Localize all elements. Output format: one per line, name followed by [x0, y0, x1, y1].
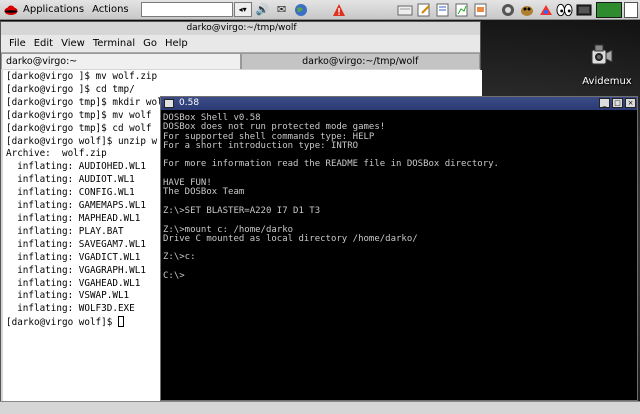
terminal-output[interactable]: [darko@virgo ]$ mv wolf.zip tmp/[darko@v… — [3, 70, 161, 414]
terminal-line: inflating: AUDIOHED.WL1 — [6, 161, 146, 173]
terminal-line: [darko@virgo tmp]$ cd wolf — [6, 122, 152, 134]
terminal-line: inflating: SAVEGAM7.WL1 — [6, 238, 146, 250]
writer-icon[interactable] — [434, 2, 451, 18]
dos-line: The DOSBox Team — [163, 187, 245, 198]
dos-line: For a short introduction type: INTRO — [163, 140, 359, 151]
terminal-line: inflating: VGAGRAPH.WL1 — [6, 264, 146, 276]
spreadsheet-icon[interactable] — [453, 2, 470, 18]
terminal-cursor — [117, 316, 124, 328]
avidemux-icon[interactable] — [586, 42, 614, 70]
dosbox-titlebar[interactable]: 0.58 _ □ × — [161, 97, 637, 110]
terminal-title: darko@virgo:~/tmp/wolf — [186, 23, 297, 33]
gimp-icon[interactable] — [518, 2, 535, 18]
dos-line: Z:\>SET BLASTER=A220 I7 D1 T3 — [163, 205, 321, 216]
command-history-dropdown[interactable]: ◂▾ — [233, 2, 252, 17]
terminal-prompt: [darko@virgo wolf]$ — [6, 317, 118, 329]
avidemux-label[interactable]: Avidemux — [576, 76, 638, 87]
terminal-tabs: darko@virgo:~ darko@virgo:~/tmp/wolf — [1, 53, 480, 69]
redhat-icon[interactable] — [3, 2, 19, 18]
terminal-line: inflating: MAPHEAD.WL1 — [6, 212, 141, 224]
tab-wolf[interactable]: darko@virgo:~/tmp/wolf — [240, 53, 480, 69]
dos-line: Drive C mounted as local directory /home… — [163, 233, 418, 244]
presentation-icon[interactable] — [472, 2, 489, 18]
dosbox-screen[interactable]: DOSBox Shell v0.58 DOSBox does not run pr… — [162, 111, 636, 400]
terminal-prompt-line: [darko@virgo wolf]$ — [6, 316, 161, 330]
top-panel: Applications Actions ◂▾ 🔊 ✉ — [0, 0, 640, 20]
terminal-line: inflating: PLAY.BAT — [6, 225, 124, 237]
terminal-line: inflating: GAMEMAPS.WL1 — [6, 200, 146, 212]
lock-icon[interactable] — [499, 2, 516, 18]
alert-icon[interactable] — [331, 2, 347, 18]
volume-icon[interactable]: 🔊 — [255, 2, 271, 18]
terminal-line: inflating: VGADICT.WL1 — [6, 251, 141, 263]
menu-view[interactable]: View — [57, 38, 89, 49]
workspace-switcher-active[interactable] — [596, 2, 622, 18]
menu-edit[interactable]: Edit — [30, 38, 57, 49]
terminal-line: Archive: wolf.zip — [6, 148, 107, 160]
terminal-line: [darko@virgo ]$ mv wolf.zip tmp/ — [6, 71, 158, 82]
dos-prompt: C:\> — [163, 271, 185, 282]
dosbox-window: 0.58 _ □ × DOSBox Shell v0.58 DOSBox does… — [160, 96, 638, 401]
terminal-line: inflating: VSWAP.WL1 — [6, 290, 130, 302]
command-line-input[interactable] — [140, 2, 233, 17]
eyes-icon[interactable] — [556, 2, 573, 18]
actions-menu[interactable]: Actions — [88, 0, 133, 20]
notes-icon[interactable] — [396, 2, 413, 18]
network-icon[interactable] — [575, 2, 592, 18]
terminal-line: [darko@virgo tmp]$ mv wolf — [6, 109, 152, 121]
dos-blank-line — [163, 263, 636, 272]
terminal-menubar: File Edit View Terminal Go Help — [1, 35, 480, 53]
terminal-line: [darko@virgo tmp]$ mkdir wolf — [6, 96, 161, 108]
tab-home[interactable]: darko@virgo:~ — [1, 53, 241, 69]
paint-icon[interactable] — [537, 2, 554, 18]
globe-icon[interactable] — [293, 2, 309, 18]
menu-file[interactable]: File — [5, 38, 30, 49]
menu-help[interactable]: Help — [161, 38, 192, 49]
terminal-line: [darko@virgo ]$ cd tmp/ — [6, 83, 135, 95]
terminal-line: [darko@virgo wolf]$ unzip w — [6, 135, 158, 147]
mail-icon[interactable]: ✉ — [274, 2, 290, 18]
minimize-button[interactable]: _ — [599, 98, 610, 108]
maximize-button[interactable]: □ — [612, 98, 623, 108]
terminal-line: inflating: CONFIG.WL1 — [6, 187, 135, 199]
dosbox-title: 0.58 — [179, 98, 200, 108]
terminal-line: inflating: VGAHEAD.WL1 — [6, 277, 141, 289]
dos-line: Z:\>c: — [163, 252, 196, 263]
menu-go[interactable]: Go — [139, 38, 161, 49]
close-button[interactable]: × — [625, 98, 636, 108]
terminal-line: inflating: AUDIOT.WL1 — [6, 174, 135, 186]
editor-icon[interactable] — [415, 2, 432, 18]
window-menu-icon[interactable] — [164, 99, 174, 108]
terminal-titlebar[interactable]: darko@virgo:~/tmp/wolf — [1, 22, 480, 35]
workspace-switcher[interactable] — [624, 2, 638, 18]
terminal-line: inflating: WOLF3D.EXE — [6, 303, 135, 315]
dos-blank-line — [163, 244, 636, 253]
menu-terminal[interactable]: Terminal — [89, 38, 139, 49]
dos-blank-line — [163, 170, 636, 179]
dos-line: For more information read the README fil… — [163, 159, 499, 170]
applications-menu[interactable]: Applications — [19, 0, 88, 20]
bottom-panel — [0, 401, 640, 414]
